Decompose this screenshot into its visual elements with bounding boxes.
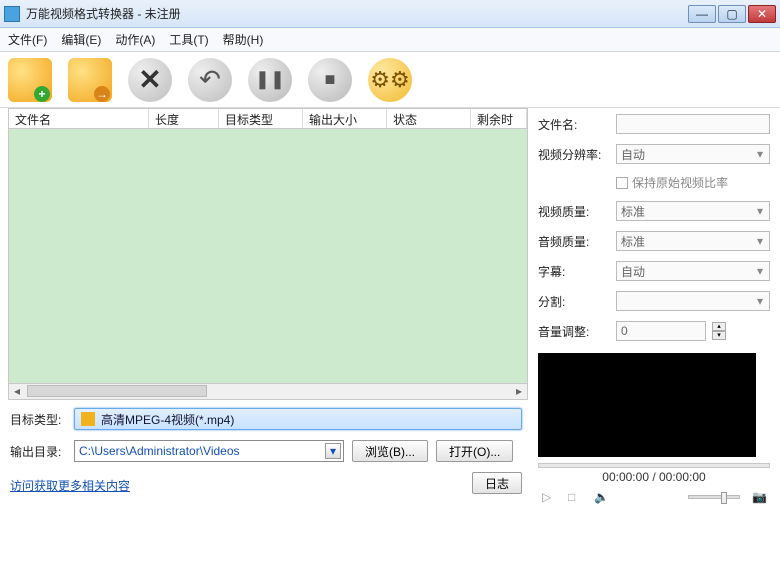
menu-file[interactable]: 文件(F) bbox=[8, 31, 47, 48]
settings-button[interactable]: ⚙⚙ bbox=[368, 58, 412, 102]
toolbar: ✕ ↶ ❚❚ ■ ⚙⚙ bbox=[0, 52, 780, 108]
play-button[interactable]: ▷ bbox=[542, 490, 556, 504]
output-dir-value: C:\Users\Administrator\Videos bbox=[79, 444, 240, 458]
volume-input[interactable]: 0 bbox=[616, 321, 706, 341]
list-hscrollbar[interactable]: ◂ ▸ bbox=[8, 384, 528, 400]
aquality-select[interactable]: 标准▾ bbox=[616, 231, 770, 251]
stop-icon: ■ bbox=[325, 69, 336, 90]
pause-button[interactable]: ❚❚ bbox=[248, 58, 292, 102]
app-icon bbox=[4, 6, 20, 22]
col-status[interactable]: 状态 bbox=[387, 109, 471, 128]
remove-button[interactable]: ✕ bbox=[128, 58, 172, 102]
menubar: 文件(F) 编辑(E) 动作(A) 工具(T) 帮助(H) bbox=[0, 28, 780, 52]
spin-down-icon[interactable]: ▾ bbox=[712, 331, 726, 340]
vquality-select[interactable]: 标准▾ bbox=[616, 201, 770, 221]
maximize-button[interactable]: ▢ bbox=[718, 5, 746, 23]
col-filename[interactable]: 文件名 bbox=[9, 109, 149, 128]
gear-icon: ⚙⚙ bbox=[370, 67, 409, 93]
browse-button[interactable]: 浏览(B)... bbox=[352, 440, 428, 462]
volume-icon[interactable]: 🔈 bbox=[594, 490, 608, 504]
pause-icon: ❚❚ bbox=[255, 69, 285, 90]
scroll-right-icon[interactable]: ▸ bbox=[511, 384, 527, 398]
resolution-select[interactable]: 自动▾ bbox=[616, 144, 770, 164]
list-header: 文件名 长度 目标类型 输出大小 状态 剩余时 bbox=[8, 108, 528, 128]
volume-label: 音量调整: bbox=[538, 323, 610, 340]
scroll-left-icon[interactable]: ◂ bbox=[9, 384, 25, 398]
close-button[interactable]: ✕ bbox=[748, 5, 776, 23]
split-label: 分割: bbox=[538, 293, 610, 310]
more-content-link[interactable]: 访问获取更多相关内容 bbox=[10, 477, 130, 494]
keep-ratio-checkbox[interactable] bbox=[616, 177, 628, 189]
chevron-down-icon: ▾ bbox=[753, 294, 767, 308]
convert-button[interactable]: ↶ bbox=[188, 58, 232, 102]
menu-action[interactable]: 动作(A) bbox=[115, 31, 155, 48]
keep-ratio-label: 保持原始视频比率 bbox=[632, 174, 728, 191]
volume-slider[interactable] bbox=[688, 495, 740, 499]
log-button[interactable]: 日志 bbox=[472, 472, 522, 494]
chevron-down-icon: ▾ bbox=[753, 147, 767, 161]
target-type-label: 目标类型: bbox=[10, 411, 66, 428]
output-dir-label: 输出目录: bbox=[10, 443, 66, 460]
aquality-label: 音频质量: bbox=[538, 233, 610, 250]
target-type-value: 高清MPEG-4视频(*.mp4) bbox=[101, 411, 234, 428]
subtitle-select[interactable]: 自动▾ bbox=[616, 261, 770, 281]
snapshot-button[interactable]: 📷 bbox=[752, 490, 766, 504]
chevron-down-icon: ▾ bbox=[753, 204, 767, 218]
x-icon: ✕ bbox=[138, 63, 161, 96]
chevron-down-icon[interactable]: ▾ bbox=[325, 443, 341, 459]
add-folder-button[interactable] bbox=[68, 58, 112, 102]
col-length[interactable]: 长度 bbox=[149, 109, 219, 128]
stop-button[interactable]: ■ bbox=[308, 58, 352, 102]
scroll-thumb[interactable] bbox=[27, 385, 207, 397]
subtitle-label: 字幕: bbox=[538, 263, 610, 280]
film-icon bbox=[81, 412, 95, 426]
stop-preview-button[interactable]: □ bbox=[568, 490, 582, 504]
slider-thumb[interactable] bbox=[721, 492, 727, 504]
output-dir-combo[interactable]: C:\Users\Administrator\Videos ▾ bbox=[74, 440, 344, 462]
add-file-button[interactable] bbox=[8, 58, 52, 102]
menu-help[interactable]: 帮助(H) bbox=[223, 31, 264, 48]
col-type[interactable]: 目标类型 bbox=[219, 109, 303, 128]
menu-edit[interactable]: 编辑(E) bbox=[61, 31, 101, 48]
window-title: 万能视频格式转换器 - 未注册 bbox=[26, 5, 688, 22]
target-type-select[interactable]: 高清MPEG-4视频(*.mp4) bbox=[74, 408, 522, 430]
vquality-label: 视频质量: bbox=[538, 203, 610, 220]
chevron-down-icon: ▾ bbox=[753, 264, 767, 278]
preview-time: 00:00:00 / 00:00:00 bbox=[538, 470, 770, 484]
col-remain[interactable]: 剩余时 bbox=[471, 109, 527, 128]
volume-spinner[interactable]: ▴▾ bbox=[712, 322, 726, 340]
menu-tools[interactable]: 工具(T) bbox=[169, 31, 208, 48]
video-preview[interactable] bbox=[538, 353, 756, 457]
titlebar: 万能视频格式转换器 - 未注册 — ▢ ✕ bbox=[0, 0, 780, 28]
undo-icon: ↶ bbox=[199, 64, 221, 95]
file-list[interactable] bbox=[8, 128, 528, 384]
spin-up-icon[interactable]: ▴ bbox=[712, 322, 726, 331]
chevron-down-icon: ▾ bbox=[753, 234, 767, 248]
filename-input[interactable] bbox=[616, 114, 770, 134]
open-button[interactable]: 打开(O)... bbox=[436, 440, 513, 462]
col-size[interactable]: 输出大小 bbox=[303, 109, 387, 128]
resolution-label: 视频分辨率: bbox=[538, 146, 610, 163]
split-select[interactable]: ▾ bbox=[616, 291, 770, 311]
filename-label: 文件名: bbox=[538, 116, 610, 133]
preview-seekbar[interactable] bbox=[538, 463, 770, 468]
minimize-button[interactable]: — bbox=[688, 5, 716, 23]
